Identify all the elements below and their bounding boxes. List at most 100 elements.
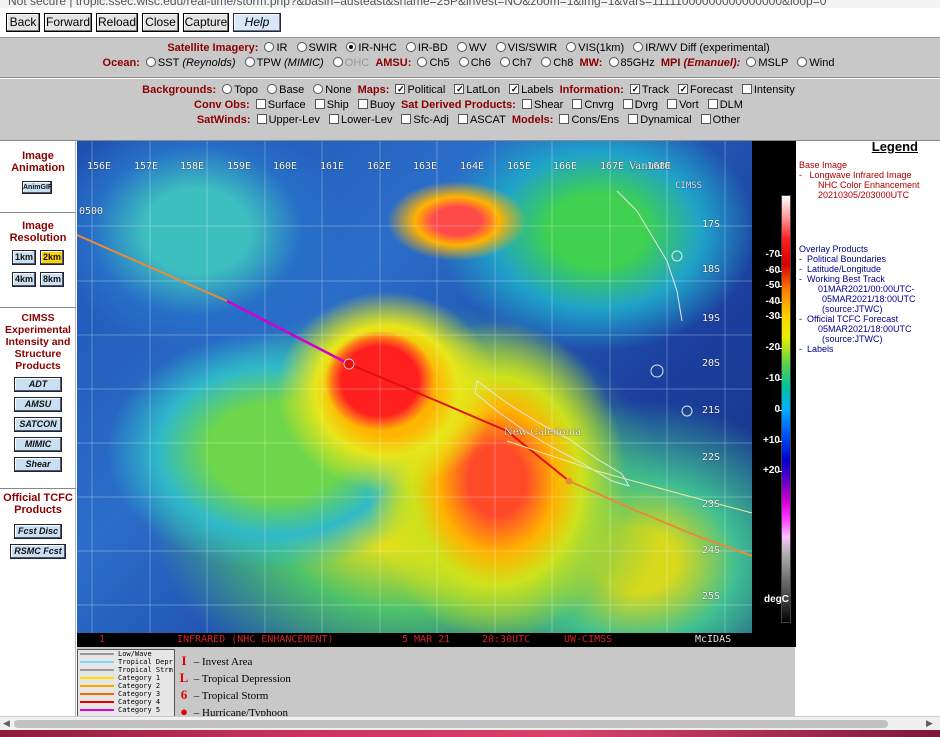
check-upper-lev[interactable] — [256, 114, 267, 124]
check-labels[interactable] — [509, 84, 520, 94]
radio-85ghz[interactable] — [608, 57, 619, 67]
res-1km-button[interactable]: 1km — [12, 250, 36, 265]
scrollbar-thumb[interactable] — [14, 720, 888, 728]
check-other[interactable] — [700, 114, 711, 124]
satcon-button[interactable]: SATCON — [14, 417, 62, 432]
product-name: INFRARED (NHC ENHANCEMENT) — [177, 634, 334, 645]
help-button[interactable]: Help — [233, 13, 281, 32]
radio-wind[interactable] — [797, 57, 808, 67]
rsmc-fcst-button[interactable]: RSMC Fcst — [10, 544, 66, 559]
radio-ir[interactable] — [264, 42, 275, 52]
lon-label: 165E — [507, 161, 532, 172]
radio-ch6[interactable] — [458, 57, 469, 67]
adt-button[interactable]: ADT — [14, 377, 62, 392]
lon-label: 164E — [460, 161, 485, 172]
vanuatu-label: Vanuatu — [629, 161, 671, 172]
radio-ir-bd[interactable] — [405, 42, 416, 52]
satellite-image[interactable]: 156E 157E 158E 159E 160E 161E 162E 163E … — [77, 141, 752, 647]
check-sfc-adj[interactable] — [401, 114, 412, 124]
radio-wv[interactable] — [456, 42, 467, 52]
scroll-right-icon[interactable]: ▶ — [926, 718, 933, 729]
check-dlm[interactable] — [707, 99, 718, 109]
radio-ir-wv-diff[interactable] — [633, 42, 644, 52]
radio-ir-nhc[interactable] — [346, 42, 357, 52]
check-lower-lev[interactable] — [328, 114, 339, 124]
scale-tick: -70 — [752, 249, 782, 260]
legend-wbt-range: 01MAR2021/00:00UTC- — [818, 284, 915, 294]
resolution-section: Image Resolution 1km 2km 4km 8km — [0, 214, 76, 308]
lat-label: 20S — [702, 358, 721, 369]
radio-vis-1km[interactable] — [566, 42, 577, 52]
frame-number: 1 — [99, 634, 106, 645]
radio-none[interactable] — [313, 84, 324, 94]
radio-ch8[interactable] — [541, 57, 552, 67]
check-shear[interactable] — [521, 99, 532, 109]
lat-label: 23S — [702, 499, 721, 510]
capture-button[interactable]: Capture — [183, 13, 229, 32]
check-dvrg[interactable] — [622, 99, 633, 109]
check-forecast[interactable] — [678, 84, 689, 94]
amsu-button[interactable]: AMSU — [14, 397, 62, 412]
check-track[interactable] — [629, 84, 640, 94]
check-intensity[interactable] — [741, 84, 752, 94]
check-cnvrg[interactable] — [572, 99, 583, 109]
scale-tick: +10 — [752, 435, 782, 446]
res-2km-button[interactable]: 2km — [40, 250, 64, 265]
mimic-button[interactable]: MIMIC — [14, 437, 62, 452]
opt-mslp: MSLP — [758, 57, 789, 69]
imagery-row: Satellite Imagery: IR SWIR IR-NHC IR-BD … — [0, 41, 940, 55]
legend-wbt-range2: 05MAR2021/18:00UTC — [822, 294, 916, 304]
check-ship[interactable] — [314, 99, 325, 109]
radio-mslp[interactable] — [746, 57, 757, 67]
legend-labels-item: - Labels — [799, 344, 834, 354]
forward-button[interactable]: Forward — [44, 13, 92, 32]
shear-button[interactable]: Shear — [14, 457, 62, 472]
right-margin — [922, 141, 940, 716]
radio-tpw[interactable] — [244, 57, 255, 67]
check-political[interactable] — [395, 84, 406, 94]
tcfc-section: Official TCFC Products Fcst Disc RSMC Fc… — [0, 490, 76, 570]
key-depression: L – Tropical Depression — [177, 670, 291, 686]
key-invest: I – Invest Area — [177, 653, 252, 669]
close-button[interactable]: Close — [142, 13, 179, 32]
address-bar[interactable]: Not secure | tropic.ssec.wisc.edu/real-t… — [0, 0, 940, 8]
loyalty-island-outline — [650, 364, 664, 378]
radio-ch5[interactable] — [417, 57, 428, 67]
radio-topo[interactable] — [222, 84, 233, 94]
check-ascat[interactable] — [457, 114, 468, 124]
res-8km-button[interactable]: 8km — [40, 272, 64, 287]
opt-tpw: TPW — [256, 57, 282, 69]
check-vort[interactable] — [667, 99, 678, 109]
check-surface[interactable] — [255, 99, 266, 109]
mpi-sub-label: (Emanuel): — [683, 57, 741, 69]
horizontal-scrollbar[interactable]: ◀ ▶ — [0, 716, 940, 730]
check-latlon[interactable] — [454, 84, 465, 94]
reload-button[interactable]: Reload — [96, 13, 138, 32]
lat-label: 19S — [702, 313, 721, 324]
cimss-logo: CIMSS — [675, 181, 703, 191]
animgif-button[interactable]: AnimGIF — [22, 181, 52, 194]
check-dynamical[interactable] — [628, 114, 639, 124]
radio-ch7[interactable] — [499, 57, 510, 67]
key-line-cat4 — [80, 701, 114, 703]
res-4km-button[interactable]: 4km — [12, 272, 36, 287]
check-buoy[interactable] — [357, 99, 368, 109]
opt-sst-sub: (Reynolds) — [182, 57, 236, 69]
scale-tick: -20 — [752, 342, 782, 353]
legend-panel: Legend Base Image - Longwave Infrared Im… — [796, 140, 922, 647]
radio-vis-swir[interactable] — [495, 42, 506, 52]
opt-swir: SWIR — [308, 42, 338, 54]
radio-base[interactable] — [267, 84, 278, 94]
radio-swir[interactable] — [296, 42, 307, 52]
back-button[interactable]: Back — [6, 13, 40, 32]
fcst-disc-button[interactable]: Fcst Disc — [14, 524, 62, 539]
legend-overlay-wbt: - Working Best Track — [799, 274, 885, 284]
browser-window: Not secure | tropic.ssec.wisc.edu/real-t… — [0, 0, 940, 737]
radio-sst[interactable] — [145, 57, 156, 67]
check-cons-ens[interactable] — [559, 114, 570, 124]
scroll-left-icon[interactable]: ◀ — [3, 718, 10, 729]
image-time: 20:30UTC — [482, 634, 531, 645]
satderived-label: Sat Derived Products: — [400, 99, 516, 111]
forecast-point-marker — [565, 477, 573, 485]
mcidas-brand: McIDAS — [695, 634, 732, 645]
